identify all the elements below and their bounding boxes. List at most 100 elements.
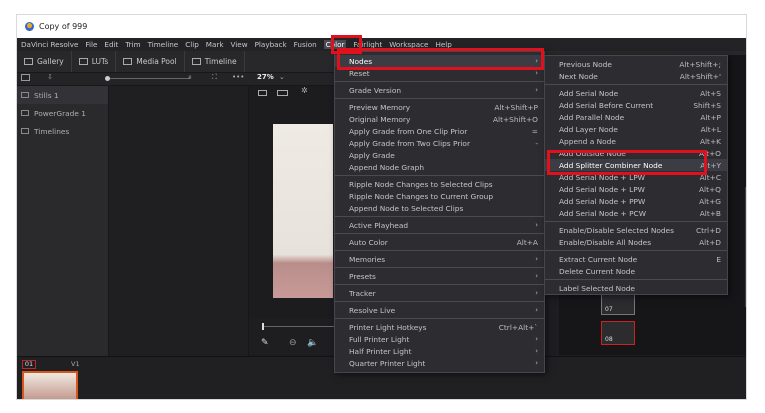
menu-item-apply-grade[interactable]: Apply Grade [335,149,544,161]
menu-item-add-layer-node[interactable]: Add Layer Node Alt+L [545,123,727,135]
menu-item-append-a-node[interactable]: Append a Node Alt+K [545,135,727,147]
menu-item-add-serial-node-lpw[interactable]: Add Serial Node + LPW Alt+Q [545,183,727,195]
chevron-right-icon: › [535,359,538,367]
timeline-label: Timeline [204,57,237,66]
menu-item-append-node-to-selected-clips[interactable]: Append Node to Selected Clips [335,202,544,214]
scrubber-bar[interactable] [263,326,343,327]
menu-item-add-serial-before-current[interactable]: Add Serial Before Current Shift+S [545,99,727,111]
media-pool-button[interactable]: Media Pool [116,51,185,72]
chevron-down-icon[interactable]: ⌄ [279,73,285,81]
menu-item-shortcut: Alt+P [700,112,721,122]
more-options-icon[interactable]: ••• [232,73,244,81]
menu-item-printer-light-hotkeys[interactable]: Printer Light Hotkeys Ctrl+Alt+` [335,321,544,333]
menu-clip[interactable]: Clip [185,40,199,49]
menu-item-preview-memory[interactable]: Preview Memory Alt+Shift+P [335,101,544,113]
chevron-right-icon: › [535,221,538,229]
window-title: Copy of 999 [39,22,88,31]
menu-item-reset[interactable]: Reset › [335,67,544,79]
magic-wand-icon[interactable]: ✲ [301,86,308,95]
menu-item-grade-version[interactable]: Grade Version › [335,84,544,96]
menu-item-add-serial-node-pcw[interactable]: Add Serial Node + PCW Alt+B [545,207,727,219]
menu-item-add-serial-node-ppw[interactable]: Add Serial Node + PPW Alt+G [545,195,727,207]
stills-icon [21,92,29,98]
menu-item-label: Add Serial Node + PCW [559,208,647,218]
menu-fairlight[interactable]: Fairlight [353,40,382,49]
gallery-label: Gallery [37,57,64,66]
menu-item-extract-current-node[interactable]: Extract Current Node E [545,253,727,265]
fit-icon[interactable]: ⛶ [212,73,217,82]
menu-separator [335,175,544,176]
menu-item-presets[interactable]: Presets › [335,270,544,282]
menu-item-add-serial-node[interactable]: Add Serial Node Alt+S [545,87,727,99]
highlight-icon[interactable]: ⊖ [289,338,297,348]
menu-mark[interactable]: Mark [206,40,224,49]
menu-item-delete-current-node[interactable]: Delete Current Node [545,265,727,277]
slider-handle[interactable] [105,76,110,81]
menu-item-active-playhead[interactable]: Active Playhead › [335,219,544,231]
node-08[interactable]: 08 [601,321,635,345]
timeline-button[interactable]: Timeline [185,51,245,72]
sidebar-item-label: Timelines [34,126,70,136]
menu-item-enable-disable-all-nodes[interactable]: Enable/Disable All Nodes Alt+D [545,236,727,248]
menu-help[interactable]: Help [435,40,451,49]
menu-item-auto-color[interactable]: Auto Color Alt+A [335,236,544,248]
menu-separator [335,318,544,319]
audio-icon[interactable]: 🔈 [307,338,318,348]
sidebar-item-powergrade[interactable]: PowerGrade 1 [17,104,108,122]
menu-item-ripple-node-changes-to-selected-clips[interactable]: Ripple Node Changes to Selected Clips [335,178,544,190]
menu-item-half-printer-light[interactable]: Half Printer Light › [335,345,544,357]
menu-item-tracker[interactable]: Tracker › [335,287,544,299]
menu-item-add-serial-node-lpw[interactable]: Add Serial Node + LPW Alt+C [545,171,727,183]
menu-item-add-outside-node[interactable]: Add Outside Node Alt+O [545,147,727,159]
menu-fusion[interactable]: Fusion [294,40,317,49]
menu-color[interactable]: Color [323,40,347,49]
menu-item-next-node[interactable]: Next Node Alt+Shift+' [545,70,727,82]
menu-item-previous-node[interactable]: Previous Node Alt+Shift+; [545,58,727,70]
menu-item-add-splitter-combiner-node[interactable]: Add Splitter Combiner Node Alt+Y [545,159,727,171]
sidebar-item-timelines[interactable]: Timelines [17,122,108,140]
menu-timeline[interactable]: Timeline [148,40,179,49]
menu-workspace[interactable]: Workspace [389,40,428,49]
menu-file[interactable]: File [85,40,97,49]
clip-thumbnail[interactable] [22,371,78,399]
luts-button[interactable]: LUTs [72,51,117,72]
menu-view[interactable]: View [231,40,248,49]
viewer-mode-icon[interactable] [258,90,267,96]
playhead[interactable] [262,323,264,330]
menu-item-memories[interactable]: Memories › [335,253,544,265]
menu-edit[interactable]: Edit [104,40,118,49]
zoom-level[interactable]: 27% [257,73,274,81]
chevron-right-icon: › [535,289,538,297]
menu-item-shortcut: Alt+K [699,136,721,146]
menu-separator [335,216,544,217]
menu-item-label: Add Serial Node + PPW [559,196,646,206]
menu-item-nodes[interactable]: Nodes › [335,55,544,67]
menu-item-apply-grade-from-two-clips-prior[interactable]: Apply Grade from Two Clips Prior - [335,137,544,149]
menu-item-label: Full Printer Light [349,334,410,344]
menu-item-add-parallel-node[interactable]: Add Parallel Node Alt+P [545,111,727,123]
menu-item-apply-grade-from-one-clip-prior[interactable]: Apply Grade from One Clip Prior = [335,125,544,137]
menu-item-original-memory[interactable]: Original Memory Alt+Shift+O [335,113,544,125]
upload-icon[interactable]: ⇩ [47,73,53,81]
menu-item-append-node-graph[interactable]: Append Node Graph [335,161,544,173]
panel-toggle-icon[interactable] [21,74,30,81]
search-icon[interactable]: ⌕ [188,73,192,82]
menu-item-label: Add Splitter Combiner Node [559,160,663,170]
menu-item-ripple-node-changes-to-current-group[interactable]: Ripple Node Changes to Current Group [335,190,544,202]
menu-item-full-printer-light[interactable]: Full Printer Light › [335,333,544,345]
menu-trim[interactable]: Trim [125,40,140,49]
menu-item-label: Previous Node [559,59,612,69]
menu-item-quarter-printer-light[interactable]: Quarter Printer Light › [335,357,544,369]
menu-item-resolve-live[interactable]: Resolve Live › [335,304,544,316]
picker-icon[interactable]: ✎ [261,338,269,348]
menu-playback[interactable]: Playback [255,40,287,49]
viewer-split-icon[interactable] [277,90,288,96]
menu-davinci[interactable]: DaVinci Resolve [21,40,78,49]
menu-item-label-selected-node[interactable]: Label Selected Node [545,282,727,294]
menu-item-label: Apply Grade from One Clip Prior [349,126,468,136]
menu-item-enable-disable-selected-nodes[interactable]: Enable/Disable Selected Nodes Ctrl+D [545,224,727,236]
gallery-button[interactable]: Gallery [17,51,72,72]
thumbnail-size-slider[interactable] [105,78,191,79]
sidebar-item-stills[interactable]: Stills 1 [17,86,108,104]
menu-item-label: Printer Light Hotkeys [349,322,427,332]
